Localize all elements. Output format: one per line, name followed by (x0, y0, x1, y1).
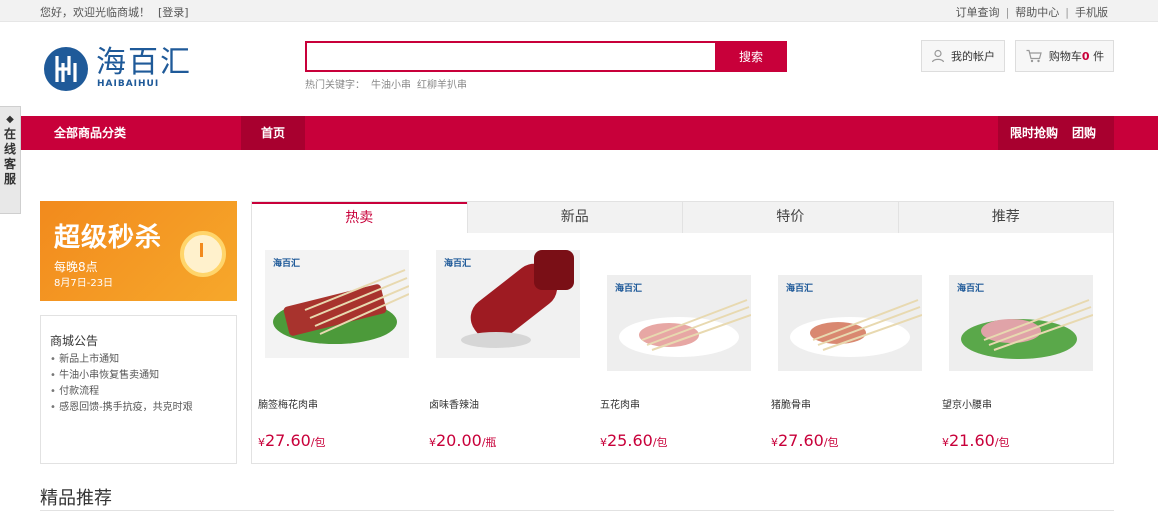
hot-keywords-label: 热门关键字： (305, 80, 365, 91)
price-unit: /瓶 (481, 436, 497, 449)
product-name[interactable]: 卤味香辣油 (429, 396, 479, 411)
nav-home[interactable]: 首页 (241, 116, 305, 150)
nav-flash-sale[interactable]: 限时抢购 (997, 116, 1064, 150)
arrow-left-icon: ◆ (6, 114, 14, 125)
product-watermark: 海百汇 (615, 284, 643, 294)
product-card[interactable]: 海百汇 腩签梅花肉串 ¥27.60/包 (252, 234, 422, 462)
announcements-list: 新品上市通知 牛油小串恢复售卖通知 付款流程 感恩回馈-携手抗疫，共克时艰 (50, 352, 193, 416)
recommend-section-title: 精品推荐 (40, 488, 112, 509)
search-input[interactable] (305, 41, 715, 72)
product-image[interactable]: 海百汇 (778, 275, 922, 371)
product-price: ¥25.60/包 (600, 431, 668, 450)
product-panel: 热卖 新品 特价 推荐 海百汇 腩签梅花肉串 ¥27.60/包 海百汇 卤味香辣… (251, 201, 1114, 464)
promo-dates: 8月7日-23日 (54, 278, 114, 289)
price-unit: /包 (994, 436, 1010, 449)
divider (40, 510, 1114, 511)
product-watermark: 海百汇 (273, 259, 301, 269)
product-price: ¥27.60/包 (771, 431, 839, 450)
my-account-label: 我的帐户 (951, 50, 995, 63)
currency-symbol: ¥ (600, 436, 607, 449)
my-account-button[interactable]: 我的帐户 (921, 40, 1005, 72)
online-service-tab[interactable]: ◆ 在线客服 (0, 106, 21, 214)
announcement-item[interactable]: 付款流程 (50, 384, 193, 400)
product-card[interactable]: 海百汇 望京小腰串 ¥21.60/包 (936, 234, 1106, 462)
tab-new[interactable]: 新品 (466, 202, 683, 233)
product-image[interactable]: 海百汇 (607, 275, 751, 371)
product-name[interactable]: 五花肉串 (600, 396, 640, 411)
flash-sale-banner[interactable]: 超级秒杀 每晚8点 8月7日-23日 (40, 201, 237, 301)
product-tabs: 热卖 新品 特价 推荐 (252, 202, 1113, 233)
product-card[interactable]: 海百汇 猪脆骨串 ¥27.60/包 (765, 234, 935, 462)
greeting: 您好，欢迎光临商城！ [登录] (40, 4, 189, 20)
online-service-label: 在线客服 (3, 127, 16, 186)
logo-icon (44, 47, 88, 91)
product-name[interactable]: 腩签梅花肉串 (258, 396, 318, 411)
announcement-item[interactable]: 新品上市通知 (50, 352, 193, 368)
price-value: 27.60 (778, 431, 824, 450)
logo-text-en: HAIBAIHUI (97, 79, 160, 89)
separator: | (1065, 6, 1069, 19)
help-center-link[interactable]: 帮助中心 (1015, 6, 1059, 19)
tab-special[interactable]: 特价 (682, 202, 898, 233)
promo-time: 每晚8点 (54, 260, 98, 274)
logo-text: 海百汇 (96, 45, 192, 80)
product-watermark: 海百汇 (957, 284, 985, 294)
cart-label: 购物车0 件 (1049, 48, 1104, 64)
product-name[interactable]: 猪脆骨串 (771, 396, 811, 411)
top-links: 订单查询 | 帮助中心 | 手机版 (956, 4, 1108, 20)
tab-recommend[interactable]: 推荐 (897, 202, 1114, 233)
price-value: 25.60 (607, 431, 653, 450)
user-icon (931, 49, 945, 63)
order-query-link[interactable]: 订单查询 (956, 6, 1000, 19)
announcement-item[interactable]: 感恩回馈-携手抗疫，共克时艰 (50, 400, 193, 416)
product-image[interactable]: 海百汇 (265, 250, 409, 358)
product-watermark: 海百汇 (444, 259, 472, 269)
separator: | (1005, 6, 1010, 19)
login-link[interactable]: [登录] (158, 6, 189, 19)
product-card[interactable]: 海百汇 五花肉串 ¥25.60/包 (594, 234, 764, 462)
announcements: 商城公告 新品上市通知 牛油小串恢复售卖通知 付款流程 感恩回馈-携手抗疫，共克… (40, 315, 237, 464)
nav-right: 限时抢购 团购 (997, 116, 1114, 150)
product-price: ¥27.60/包 (258, 431, 326, 450)
product-card[interactable]: 海百汇 卤味香辣油 ¥20.00/瓶 (423, 234, 593, 462)
product-name[interactable]: 望京小腰串 (942, 396, 992, 411)
cart-label-suffix: 件 (1089, 50, 1105, 63)
product-image[interactable]: 海百汇 (949, 275, 1093, 371)
logo[interactable]: 海百汇 HAIBAIHUI (42, 45, 192, 93)
promo-title: 超级秒杀 (54, 223, 163, 253)
announcement-item[interactable]: 牛油小串恢复售卖通知 (50, 368, 193, 384)
price-unit: /包 (310, 436, 326, 449)
hot-keywords: 热门关键字： 牛油小串 红柳羊扒串 (305, 76, 473, 91)
currency-symbol: ¥ (429, 436, 436, 449)
mobile-link[interactable]: 手机版 (1075, 6, 1108, 19)
price-unit: /包 (652, 436, 668, 449)
price-unit: /包 (823, 436, 839, 449)
price-value: 21.60 (949, 431, 995, 450)
search-bar: 搜索 (305, 41, 787, 73)
nav-group-buy[interactable]: 团购 (1063, 116, 1114, 150)
hot-keyword[interactable]: 牛油小串 (371, 80, 411, 91)
cart-label-prefix: 购物车 (1048, 50, 1082, 63)
main-nav: 全部商品分类 首页 限时抢购 团购 (20, 116, 1158, 150)
product-image[interactable]: 海百汇 (436, 250, 580, 358)
currency-symbol: ¥ (258, 436, 265, 449)
cart-count: 0 (1081, 50, 1090, 63)
cart-button[interactable]: 购物车0 件 (1015, 40, 1114, 72)
product-watermark: 海百汇 (786, 284, 814, 294)
top-bar: 您好，欢迎光临商城！ [登录] 订单查询 | 帮助中心 | 手机版 (0, 0, 1158, 22)
hot-keyword[interactable]: 红柳羊扒串 (417, 80, 467, 91)
clock-icon (180, 231, 226, 277)
greeting-text: 您好，欢迎光临商城！ (40, 6, 150, 19)
currency-symbol: ¥ (771, 436, 778, 449)
product-price: ¥20.00/瓶 (429, 431, 497, 450)
price-value: 20.00 (436, 431, 482, 450)
currency-symbol: ¥ (942, 436, 949, 449)
product-price: ¥21.60/包 (942, 431, 1010, 450)
announcements-title: 商城公告 (50, 334, 99, 348)
all-categories-menu[interactable]: 全部商品分类 (20, 116, 240, 150)
cart-icon (1026, 49, 1042, 63)
price-value: 27.60 (265, 431, 311, 450)
tab-hot[interactable]: 热卖 (252, 202, 467, 233)
search-button[interactable]: 搜索 (715, 41, 787, 72)
